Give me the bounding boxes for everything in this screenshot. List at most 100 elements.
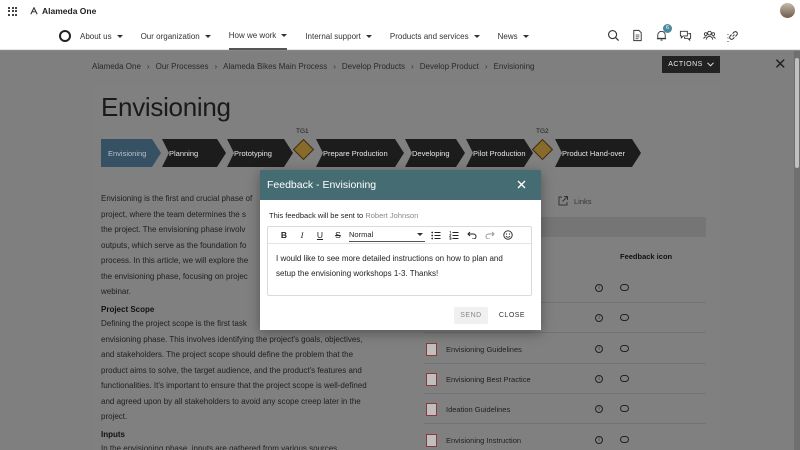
process-step-pilot-production[interactable]: Pilot Production — [466, 139, 533, 167]
external-link-icon — [558, 196, 568, 206]
process-step-product-hand-over[interactable]: Product Hand-over — [555, 139, 641, 167]
dialog-footer: SEND CLOSE — [260, 307, 541, 324]
text-format-select[interactable]: Normal — [349, 229, 425, 242]
bulleted-list-icon — [431, 231, 441, 239]
info-icon[interactable]: i — [595, 284, 603, 292]
recipient-prefix: This feedback will be sent to — [269, 211, 364, 220]
feedback-message-input[interactable]: I would like to see more detailed instru… — [276, 251, 524, 281]
comment-icon[interactable] — [620, 375, 629, 382]
tab-links[interactable]: Links — [557, 195, 592, 207]
process-step-label: Prototyping — [234, 148, 272, 158]
breadcrumb-separator: › — [214, 62, 218, 71]
strikethrough-button[interactable]: S — [329, 228, 347, 242]
underline-button[interactable]: U — [311, 228, 329, 242]
document-button[interactable] — [630, 28, 644, 42]
document-name[interactable]: Ideation Guidelines — [446, 405, 510, 414]
redo-button[interactable] — [481, 228, 499, 242]
app-bar: Alameda One — [0, 0, 800, 22]
notifications-button[interactable]: 6 — [654, 24, 672, 42]
breadcrumb-item[interactable]: Alameda Bikes Main Process — [223, 62, 327, 71]
pdf-file-icon — [426, 373, 437, 386]
process-step-label: Envisioning — [108, 148, 147, 158]
text-line: functionalities. It's important to ensur… — [101, 381, 367, 390]
nav-item-label: How we work — [228, 30, 277, 40]
table-row[interactable]: Envisioning Instruction i — [424, 425, 706, 450]
process-step-prototyping[interactable]: Prototyping — [227, 139, 293, 167]
people-button[interactable] — [702, 28, 716, 42]
scope-paragraph: Defining the project scope is the first … — [101, 316, 401, 425]
info-icon[interactable]: i — [595, 405, 603, 413]
comment-icon[interactable] — [620, 314, 629, 321]
italic-button[interactable]: I — [293, 228, 311, 242]
breadcrumb-item[interactable]: Alameda One — [92, 62, 141, 71]
emoji-icon — [503, 230, 513, 240]
info-icon[interactable]: i — [595, 345, 603, 353]
breadcrumb-item[interactable]: Develop Product — [420, 62, 479, 71]
nav-item-internal-support[interactable]: Internal support — [305, 22, 372, 50]
comment-icon[interactable] — [620, 284, 629, 291]
nav-item-products-and-services[interactable]: Products and services — [390, 22, 480, 50]
nav-item-label: About us — [80, 31, 112, 41]
breadcrumb-item[interactable]: Envisioning — [494, 62, 535, 71]
actions-button[interactable]: ACTIONS — [662, 56, 720, 73]
text-format-value: Normal — [349, 230, 374, 239]
inputs-paragraph: In the envisioning phase, inputs are gat… — [101, 444, 338, 450]
close-page-icon[interactable]: ✕ — [774, 55, 787, 73]
close-icon — [517, 180, 525, 188]
nav-item-label: Internal support — [305, 31, 361, 41]
document-name[interactable]: Envisioning Guidelines — [446, 345, 522, 354]
more-options-icon[interactable]: ⋮ — [723, 33, 733, 44]
document-name[interactable]: Envisioning Instruction — [446, 436, 521, 445]
send-button[interactable]: SEND — [454, 307, 488, 324]
process-step-developing[interactable]: Developing — [405, 139, 465, 167]
process-step-planning[interactable]: Planning — [162, 139, 226, 167]
logo-icon — [30, 7, 38, 15]
recipient-name: Robert Johnson — [365, 211, 419, 220]
breadcrumb-item[interactable]: Our Processes — [156, 62, 209, 71]
info-icon[interactable]: i — [595, 314, 603, 322]
section-heading: Inputs — [101, 430, 125, 439]
close-button[interactable]: CLOSE — [494, 307, 530, 324]
table-row[interactable]: Envisioning Best Practice i — [424, 364, 706, 394]
breadcrumb-item[interactable]: Develop Products — [342, 62, 405, 71]
info-icon[interactable]: i — [595, 436, 603, 444]
comment-icon[interactable] — [620, 345, 629, 352]
actions-label: ACTIONS — [668, 61, 703, 68]
bold-button[interactable]: B — [275, 228, 293, 242]
app-logo[interactable]: Alameda One — [30, 6, 96, 16]
column-header-feedback-icon: Feedback icon — [620, 252, 673, 261]
text-line: envisioning phase. This involves identif… — [101, 334, 363, 344]
search-button[interactable] — [606, 28, 620, 42]
breadcrumb: Alameda One › Our Processes › Alameda Bike… — [92, 62, 534, 71]
breadcrumb-separator: › — [333, 62, 336, 71]
process-step-label: Planning — [169, 148, 199, 158]
undo-button[interactable] — [463, 228, 481, 242]
nav-item-news[interactable]: News — [498, 22, 529, 50]
app-launcher-icon[interactable] — [8, 6, 17, 16]
comment-icon[interactable] — [620, 436, 629, 443]
table-row[interactable]: Envisioning Guidelines i — [424, 334, 706, 364]
recipient-text: This feedback will be sent to Robert Joh… — [269, 211, 418, 220]
pdf-file-icon — [426, 434, 437, 447]
chevron-down-icon — [281, 33, 288, 37]
process-step-prepare-production[interactable]: Prepare Production — [316, 139, 404, 167]
nav-item-how-we-work[interactable]: How we work — [228, 22, 288, 50]
chat-button[interactable] — [678, 28, 692, 42]
app-name: Alameda One — [42, 6, 97, 16]
nav-item-our-organization[interactable]: Our organization — [141, 22, 211, 50]
info-icon[interactable]: i — [595, 375, 603, 383]
bulleted-list-button[interactable] — [427, 228, 445, 242]
numbered-list-button[interactable] — [445, 228, 463, 242]
nav-item-about-us[interactable]: About us — [80, 22, 123, 50]
document-name[interactable]: Envisioning Best Practice — [446, 375, 531, 384]
user-avatar[interactable] — [780, 3, 795, 18]
text-line: project. — [101, 412, 128, 421]
brand-logo-icon[interactable] — [59, 30, 71, 42]
table-row[interactable]: Ideation Guidelines i — [424, 394, 706, 424]
dialog-close-button[interactable] — [515, 178, 527, 190]
process-step-envisioning[interactable]: Envisioning — [101, 139, 161, 167]
scrollbar-thumb[interactable] — [795, 58, 799, 168]
process-step-label: Product Hand-over — [562, 148, 625, 158]
emoji-button[interactable] — [499, 228, 517, 242]
comment-icon[interactable] — [620, 405, 629, 412]
